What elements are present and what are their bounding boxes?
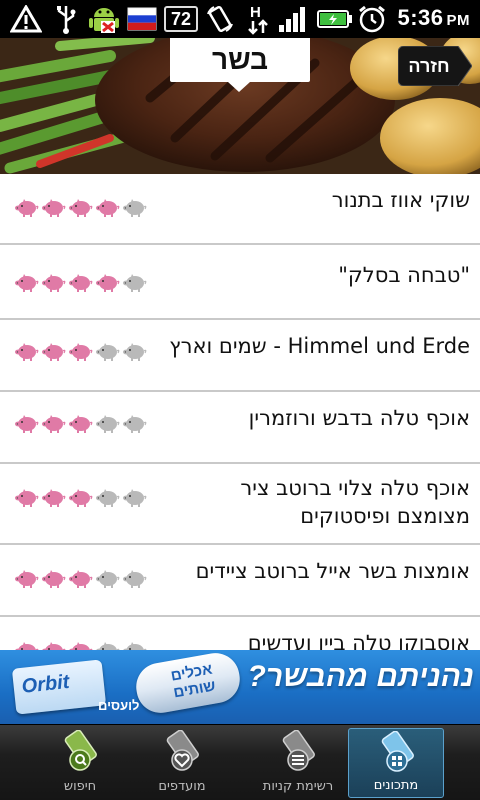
clock-time: 5:36 (397, 5, 444, 30)
tab-label: חיפוש (63, 779, 97, 794)
tab-search[interactable]: חיפוש (32, 728, 128, 798)
rating-pigs (14, 412, 147, 436)
rating-pig-empty-icon (96, 343, 120, 361)
signal-icon (276, 4, 310, 34)
battery-percent-badge: 72 (164, 6, 198, 32)
recipe-list[interactable]: שוקי אווז בתנור "טבחה בסלק" Himmel und E… (0, 174, 480, 650)
rating-pigs (14, 196, 147, 220)
ad-banner[interactable]: Orbit לועסים אכלים שותים נהניתם מהבשר? (0, 650, 480, 724)
rating-pig-filled-icon (15, 570, 39, 588)
rating-pig-filled-icon (69, 415, 93, 433)
rating-pig-empty-icon (96, 415, 120, 433)
recipe-row[interactable]: אוכף טלה בדבש ורוזמרין (0, 392, 480, 464)
rating-pig-filled-icon (69, 642, 93, 650)
rating-pig-filled-icon (69, 199, 93, 217)
heart-favorites-icon (166, 730, 199, 771)
rating-pig-filled-icon (69, 489, 93, 507)
gum-pack-label: Orbit (20, 670, 71, 698)
rating-pig-empty-icon (96, 489, 120, 507)
recipe-title: אוכף טלה בדבש ורוזמרין (248, 406, 470, 430)
rating-pig-empty-icon (96, 642, 120, 650)
clock-ampm: PM (446, 12, 470, 29)
tab-label: רשימת קניות (262, 779, 334, 794)
rating-pig-filled-icon (42, 642, 66, 650)
rating-pig-empty-icon (123, 642, 147, 650)
gum-pack-image: Orbit (11, 659, 107, 715)
rating-pig-filled-icon (42, 415, 66, 433)
recipe-title: "טבחה בסלק" (338, 263, 470, 287)
network-h-icon: H (244, 4, 272, 35)
rating-pig-filled-icon (15, 274, 39, 292)
rating-pig-filled-icon (42, 343, 66, 361)
usb-icon (52, 4, 80, 34)
recipe-row[interactable]: Himmel und Erde - שמים וארץ (0, 320, 480, 392)
banner-headline: נהניתם מהבשר? (247, 660, 475, 693)
rating-pig-empty-icon (123, 274, 147, 292)
recipes-grid-icon (381, 731, 414, 772)
back-button-label: חזרה (408, 55, 450, 76)
rating-pig-empty-icon (123, 570, 147, 588)
recipe-title: אומצות בשר אייל ברוטב ציידים (195, 559, 470, 583)
rating-pig-filled-icon (42, 489, 66, 507)
rating-pig-filled-icon (15, 642, 39, 650)
android-debug-icon (86, 4, 122, 34)
recipe-row[interactable]: אוכף טלה צלוי ברוטב ציר מצומצם ופיסטוקים (0, 464, 480, 545)
rating-pig-filled-icon (96, 274, 120, 292)
rating-pig-empty-icon (123, 489, 147, 507)
rating-pig-filled-icon (15, 343, 39, 361)
svg-text:H: H (250, 4, 261, 21)
rating-pig-filled-icon (69, 570, 93, 588)
rating-pig-filled-icon (15, 199, 39, 217)
rating-pig-empty-icon (96, 570, 120, 588)
rating-pig-filled-icon (69, 274, 93, 292)
title-notch (228, 82, 250, 92)
recipe-row[interactable]: שוקי אווז בתנור (0, 174, 480, 245)
rating-pig-filled-icon (42, 274, 66, 292)
recipe-row[interactable]: אוסבוקו טלה ביין ועדשים (0, 617, 480, 650)
rating-pigs (14, 271, 147, 295)
rating-pig-filled-icon (15, 415, 39, 433)
rating-pigs (14, 486, 147, 510)
shopping-list-icon (282, 730, 315, 771)
alarm-icon (356, 4, 388, 34)
rating-pig-filled-icon (96, 199, 120, 217)
warning-icon (8, 4, 44, 34)
recipe-title: אוסבוקו טלה ביין ועדשים (247, 631, 470, 650)
rating-pigs (14, 639, 147, 650)
search-icon (64, 730, 97, 771)
rating-pig-filled-icon (15, 489, 39, 507)
gum-brand-text: לועסים (98, 698, 140, 713)
recipe-title: אוכף טלה צלוי ברוטב ציר מצומצם ופיסטוקים (240, 476, 470, 528)
recipe-title: שוקי אווז בתנור (331, 188, 470, 212)
clock: 5:36 PM (397, 5, 470, 31)
back-button[interactable]: חזרה (398, 46, 472, 86)
rating-pigs (14, 340, 147, 364)
status-bar: 72 H 5:36 PM (0, 0, 480, 38)
rotate-icon (204, 4, 236, 34)
rating-pigs (14, 567, 147, 591)
recipe-title: Himmel und Erde - שמים וארץ (169, 334, 470, 358)
bottom-tab-bar: מתכונים רשימת קניות מועדפים חיפוש (0, 724, 480, 800)
rating-pig-filled-icon (42, 199, 66, 217)
rating-pig-empty-icon (123, 415, 147, 433)
tab-shopping-list[interactable]: רשימת קניות (250, 728, 346, 798)
recipe-row[interactable]: "טבחה בסלק" (0, 245, 480, 320)
tab-favorites[interactable]: מועדפים (134, 728, 230, 798)
battery-icon (316, 4, 354, 34)
rating-pig-filled-icon (69, 343, 93, 361)
rating-pig-empty-icon (123, 343, 147, 361)
tab-recipes[interactable]: מתכונים (348, 728, 444, 798)
flag-icon (126, 4, 158, 34)
tab-label: מועדפים (158, 779, 206, 794)
tab-label: מתכונים (373, 778, 419, 793)
rating-pig-empty-icon (123, 199, 147, 217)
recipe-row[interactable]: אומצות בשר אייל ברוטב ציידים (0, 545, 480, 617)
rating-pig-filled-icon (42, 570, 66, 588)
page-title: בשר (170, 38, 310, 82)
